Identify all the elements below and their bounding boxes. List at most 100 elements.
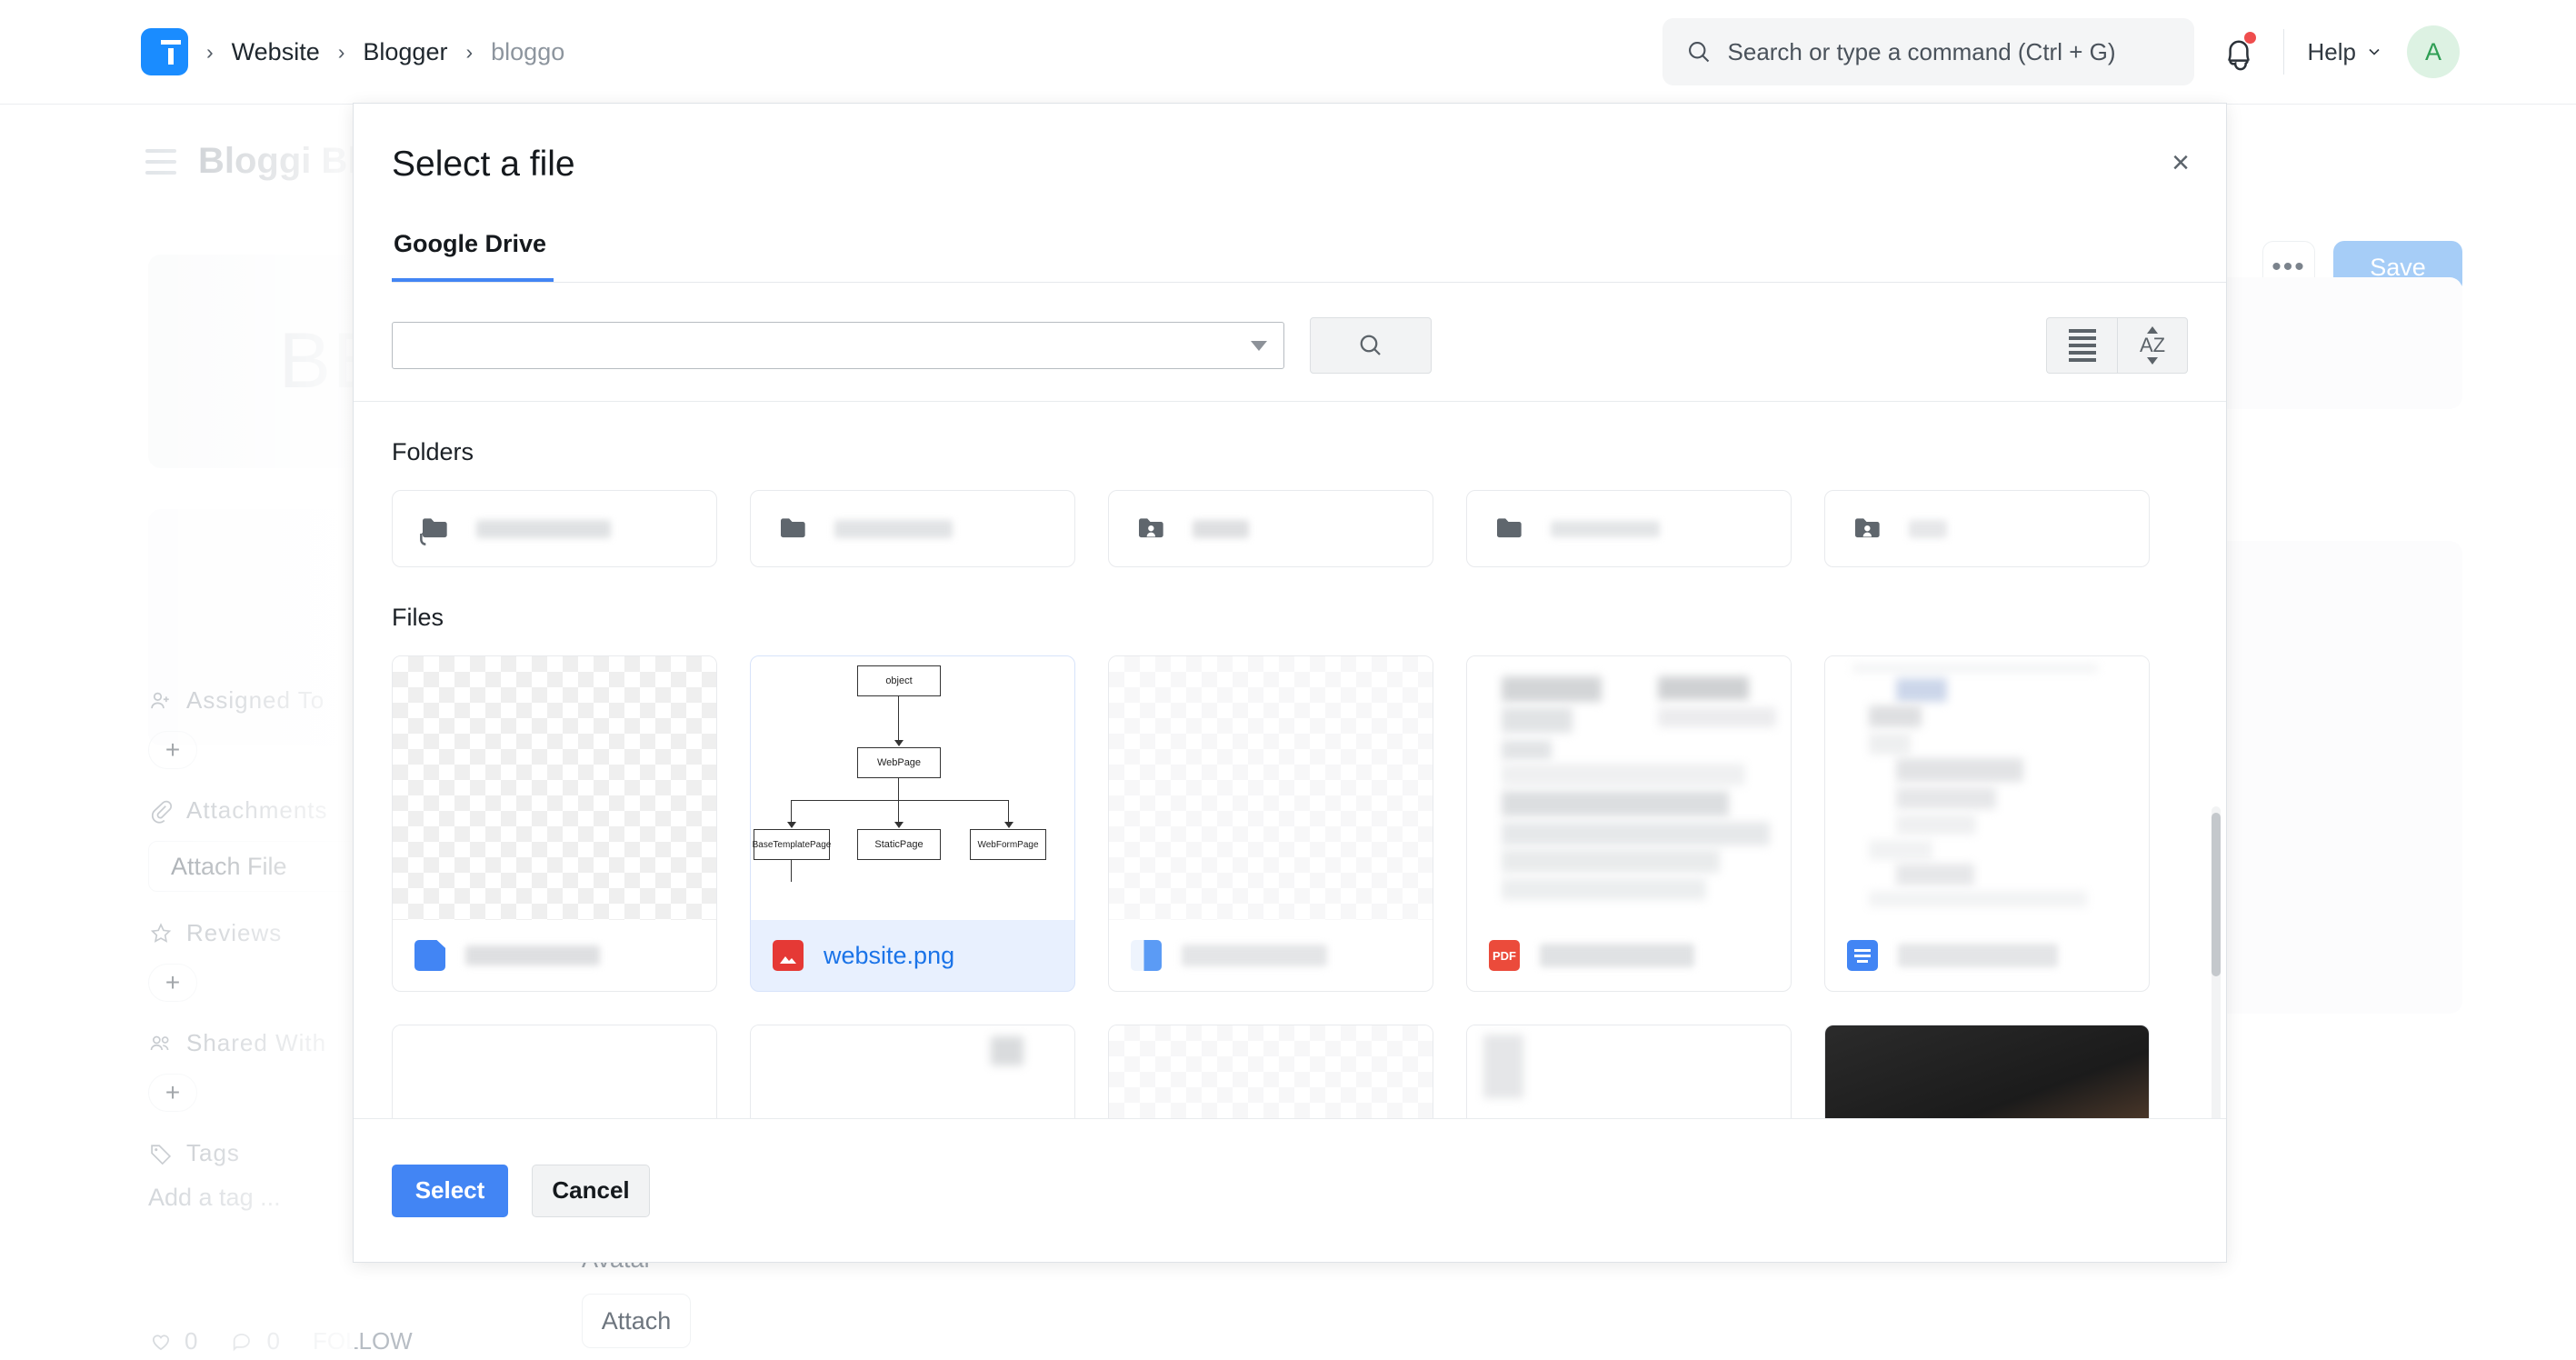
star-icon xyxy=(148,921,174,946)
folder-card[interactable] xyxy=(392,490,717,567)
folder-name-redacted xyxy=(834,520,953,538)
folder-up-icon xyxy=(418,511,454,547)
follow-button[interactable]: FOLLOW xyxy=(313,1327,413,1355)
frappe-logo-icon[interactable] xyxy=(141,28,188,75)
folder-card[interactable] xyxy=(1466,490,1792,567)
file-card[interactable] xyxy=(1108,1025,1433,1118)
file-thumbnail xyxy=(1825,656,2149,920)
add-shared-user-button[interactable]: + xyxy=(148,1074,197,1112)
folder-card[interactable] xyxy=(1824,490,2150,567)
select-button[interactable]: Select xyxy=(392,1165,508,1217)
folder-icon xyxy=(1493,511,1529,547)
breadcrumb-item-website[interactable]: Website xyxy=(232,38,320,66)
notification-badge-dot xyxy=(2244,32,2256,44)
file-footer: website.png xyxy=(751,920,1074,991)
folders-grid xyxy=(392,490,2188,567)
pdf-preview xyxy=(1467,656,1791,920)
add-assignee-button[interactable]: + xyxy=(148,731,197,769)
file-thumbnail xyxy=(1109,1025,1433,1118)
breadcrumb-item-bloggo[interactable]: bloggo xyxy=(491,38,564,66)
folders-heading: Folders xyxy=(392,438,2188,466)
file-card-website-png[interactable]: object WebPage BaseTem xyxy=(750,655,1075,992)
comment-counter[interactable]: 0 xyxy=(230,1327,279,1355)
file-card[interactable] xyxy=(750,1025,1075,1118)
folder-name-redacted xyxy=(1909,520,1947,538)
breadcrumb-item-blogger[interactable]: Blogger xyxy=(363,38,447,66)
navbar-divider xyxy=(2283,29,2284,75)
select-file-modal: Select a file × Google Drive xyxy=(353,103,2227,1263)
folder-name-redacted xyxy=(1551,521,1660,537)
user-plus-icon xyxy=(148,688,174,714)
user-avatar[interactable]: A xyxy=(2407,25,2460,78)
file-footer: PDF xyxy=(1467,920,1791,991)
files-grid: object WebPage BaseTem xyxy=(392,655,2188,992)
help-menu[interactable]: Help xyxy=(2308,38,2383,66)
class-diagram-preview: object WebPage BaseTem xyxy=(751,656,1074,920)
file-card[interactable] xyxy=(1466,1025,1792,1118)
search-placeholder: Search or type a command (Ctrl + G) xyxy=(1728,38,2116,66)
navbar-right: Search or type a command (Ctrl + G) Help… xyxy=(1662,18,2576,85)
cancel-button[interactable]: Cancel xyxy=(532,1165,650,1217)
list-view-icon xyxy=(2069,329,2096,362)
heart-icon xyxy=(148,1329,174,1355)
users-icon xyxy=(148,1031,174,1056)
search-button[interactable] xyxy=(1310,317,1432,374)
shared-folder-icon xyxy=(1851,511,1887,547)
comment-count: 0 xyxy=(266,1327,279,1355)
scrollbar-thumb[interactable] xyxy=(2212,813,2221,976)
file-card[interactable] xyxy=(392,1025,717,1118)
file-card[interactable]: PDF xyxy=(1466,655,1792,992)
file-thumbnail xyxy=(393,656,716,920)
sort-az-label: AZ xyxy=(2140,335,2165,355)
like-counter[interactable]: 0 xyxy=(148,1327,197,1355)
file-name-redacted xyxy=(465,945,600,965)
search-icon xyxy=(1356,331,1385,360)
page-title: Bloggi Bl xyxy=(198,141,358,182)
file-card[interactable] xyxy=(1108,655,1433,992)
field-label: Shared With xyxy=(186,1029,326,1057)
tab-google-drive[interactable]: Google Drive xyxy=(392,230,554,282)
breadcrumb-separator-icon: › xyxy=(205,42,215,63)
file-card[interactable] xyxy=(1824,655,2150,992)
file-name: website.png xyxy=(824,942,954,970)
file-card[interactable] xyxy=(1824,1025,2150,1118)
navbar-left: › Website › Blogger › bloggo xyxy=(0,28,564,75)
help-label: Help xyxy=(2308,38,2356,66)
app-root: › Website › Blogger › bloggo Search or t… xyxy=(0,0,2576,1360)
avatar-attach-button[interactable]: Attach xyxy=(582,1294,691,1348)
tag-icon xyxy=(148,1141,174,1166)
file-card[interactable] xyxy=(392,655,717,992)
file-thumbnail: object WebPage BaseTem xyxy=(751,656,1074,920)
chevron-down-icon xyxy=(2365,43,2383,61)
breadcrumb-separator-icon: › xyxy=(464,42,474,63)
sort-az-button[interactable]: AZ xyxy=(2117,317,2188,374)
folder-card[interactable] xyxy=(1108,490,1433,567)
page-footer-stats: 0 0 FOLLOW xyxy=(148,1327,413,1355)
file-thumbnail xyxy=(1467,656,1791,920)
sheet-icon xyxy=(1131,940,1162,971)
diagram-node-webpage: WebPage xyxy=(857,747,941,778)
file-footer xyxy=(393,920,716,991)
folder-card[interactable] xyxy=(750,490,1075,567)
field-label: Tags xyxy=(186,1139,240,1167)
like-count: 0 xyxy=(185,1327,197,1355)
close-icon[interactable]: × xyxy=(2172,147,2190,178)
file-thumbnail xyxy=(1109,656,1433,920)
list-view-button[interactable] xyxy=(2046,317,2117,374)
notifications-button[interactable] xyxy=(2218,31,2260,73)
avatar-initial: A xyxy=(2425,38,2441,66)
gdoc-preview xyxy=(1825,656,2149,920)
files-heading: Files xyxy=(392,604,2188,632)
folder-name-redacted xyxy=(476,520,611,538)
field-label: Reviews xyxy=(186,919,282,947)
file-name-redacted xyxy=(1898,944,2058,967)
file-thumbnail xyxy=(751,1025,1074,1118)
diagram-node-object: object xyxy=(857,665,941,696)
modal-body: Folders xyxy=(354,402,2226,1118)
modal-title: Select a file xyxy=(392,145,2226,185)
sidebar-toggle-icon[interactable] xyxy=(145,149,176,175)
search-input[interactable]: Search or type a command (Ctrl + G) xyxy=(1662,18,2194,85)
shared-folder-icon xyxy=(1134,511,1171,547)
folder-select[interactable] xyxy=(392,322,1284,369)
add-review-button[interactable]: + xyxy=(148,964,197,1002)
